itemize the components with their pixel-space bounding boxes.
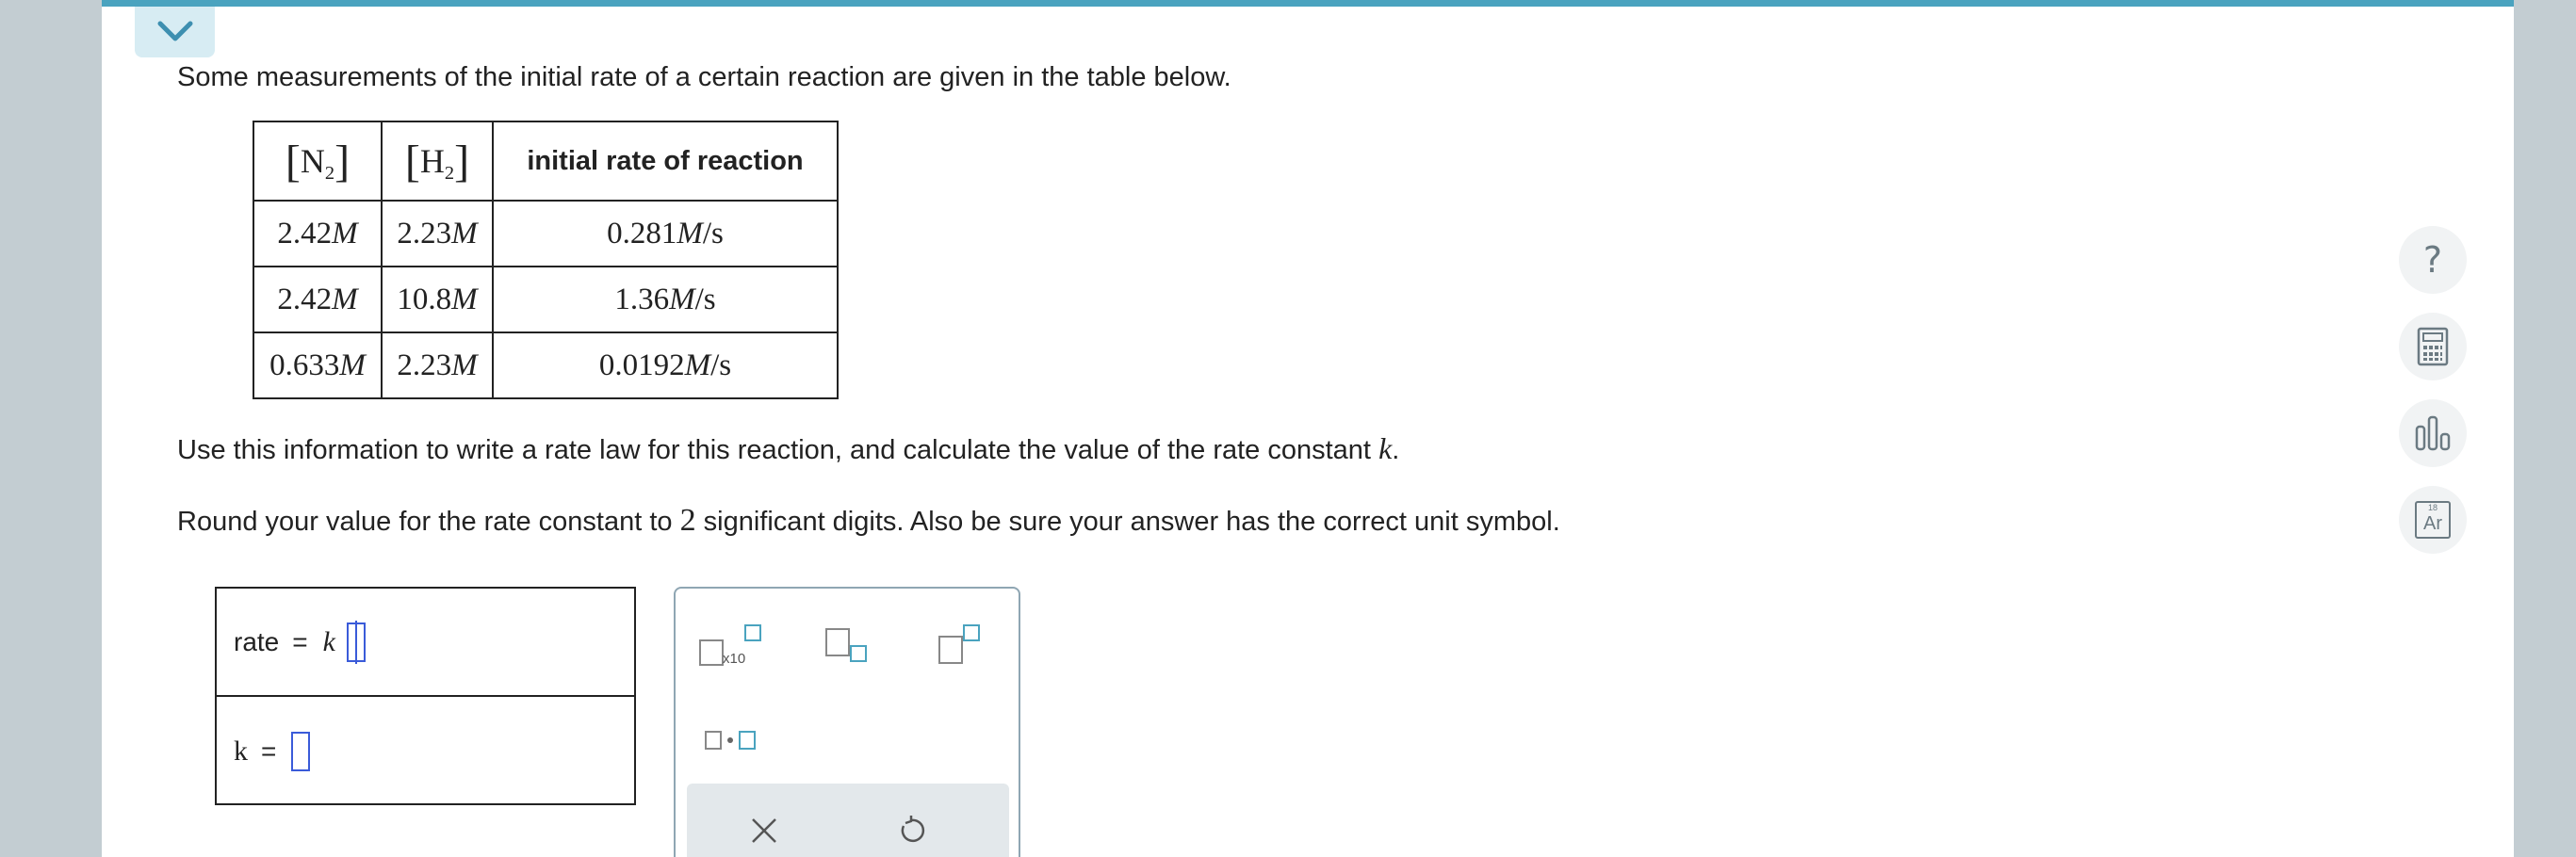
rate-law-row: rate = k [217, 589, 634, 697]
rate-header: initial rate of reaction [492, 121, 839, 202]
subscript-icon [825, 628, 867, 662]
table-header-row: [N2] [H2] initial rate of reaction [253, 121, 839, 202]
equals-sign: = [261, 736, 277, 766]
equals-sign: = [292, 626, 308, 656]
rate-data-table: [N2] [H2] initial rate of reaction 2.42M… [253, 121, 839, 399]
element-symbol: Ar [2423, 513, 2442, 534]
superscript-button[interactable] [921, 617, 996, 673]
element-number: 18 [2427, 503, 2437, 512]
table-row: 2.42M 10.8M 1.36M/s [253, 266, 839, 333]
undo-icon [901, 816, 925, 843]
multiply-dot-icon [705, 731, 756, 750]
rate-constant-symbol: k [322, 625, 335, 657]
x10-label: x10 [723, 651, 745, 667]
n2-cell: 0.633M [253, 331, 383, 399]
table-row: 0.633M 2.23M 0.0192M/s [253, 331, 839, 399]
subscript-button[interactable] [807, 617, 883, 673]
n2-header: [N2] [253, 121, 383, 202]
intro-text: Some measurements of the initial rate of… [177, 62, 1231, 92]
n2-cell: 2.42M [253, 266, 383, 333]
rate-cell: 1.36M/s [492, 266, 839, 333]
times-ten-icon: x10 [699, 624, 761, 667]
periodic-table-icon: 18 Ar [2415, 501, 2451, 539]
periodic-table-button[interactable]: 18 Ar [2399, 486, 2467, 554]
k-value-row: k = [217, 697, 634, 805]
n2-cell: 2.42M [253, 200, 383, 267]
table-row: 2.42M 2.23M 0.281M/s [253, 200, 839, 267]
chevron-down-icon [157, 21, 192, 41]
clear-button[interactable] [726, 802, 802, 857]
calculator-button[interactable] [2399, 313, 2467, 380]
data-chart-button[interactable] [2399, 399, 2467, 467]
k-value-input[interactable] [291, 731, 311, 771]
instruction-text: Use this information to write a rate law… [177, 431, 1400, 465]
h2-cell: 2.23M [381, 200, 494, 267]
h2-header: [H2] [381, 121, 494, 202]
rate-cell: 0.0192M/s [492, 331, 839, 399]
collapse-toggle[interactable] [135, 7, 215, 57]
superscript-icon [938, 624, 980, 664]
k-label: k [234, 735, 248, 767]
help-icon: ? [2422, 239, 2443, 281]
multiply-dot-button[interactable] [693, 711, 768, 768]
undo-button[interactable] [873, 802, 949, 857]
rate-cell: 0.281M/s [492, 200, 839, 267]
h2-cell: 2.23M [381, 331, 494, 399]
rate-law-input[interactable] [346, 620, 366, 664]
answer-box: rate = k k = [215, 587, 636, 805]
close-icon [752, 818, 776, 843]
help-button[interactable]: ? [2399, 226, 2467, 294]
scientific-notation-button[interactable]: x10 [693, 617, 768, 673]
h2-cell: 10.8M [381, 266, 494, 333]
rounding-text: Round your value for the rate constant t… [177, 503, 1560, 538]
math-palette: x10 [674, 587, 1020, 857]
calculator-icon [2417, 327, 2449, 366]
palette-actions [687, 784, 1009, 857]
rate-label: rate [234, 626, 280, 656]
bar-chart-icon [2415, 415, 2451, 451]
